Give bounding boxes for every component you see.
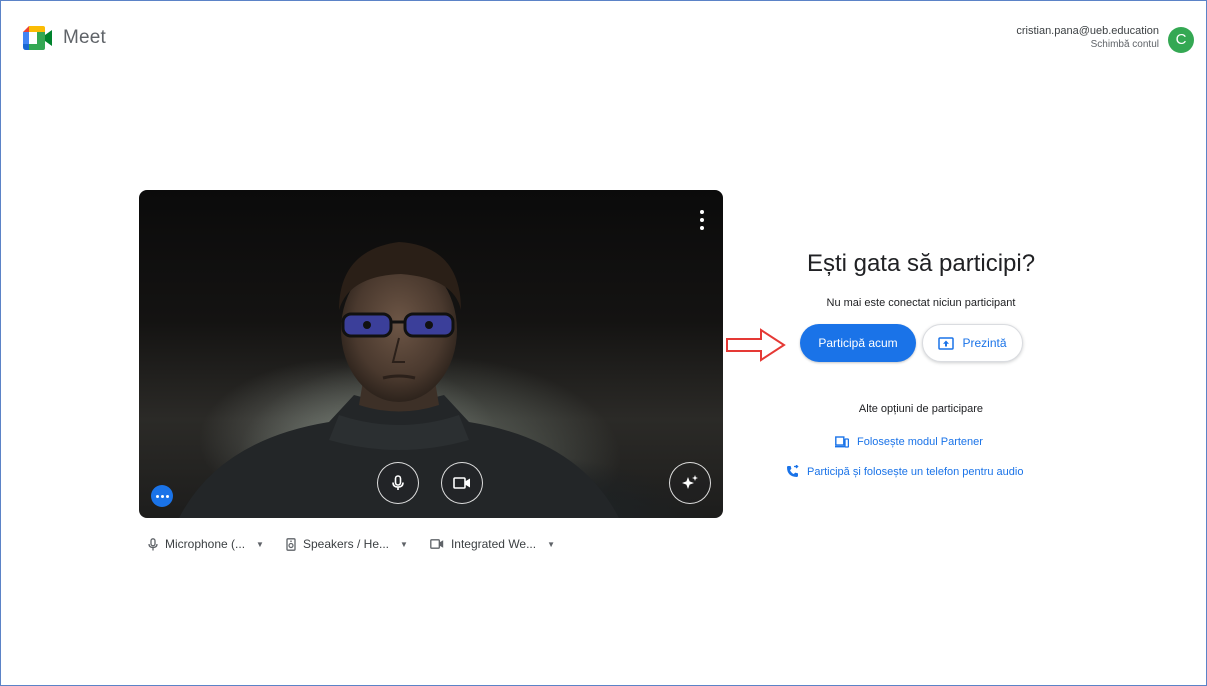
videocam-icon xyxy=(430,539,444,549)
visual-effects-button[interactable] xyxy=(669,462,711,504)
speakers-select-label: Speakers / He... xyxy=(302,537,390,551)
phone-audio-link[interactable]: Participă și folosește un telefon pentru… xyxy=(786,465,1023,478)
chevron-down-icon: ▼ xyxy=(256,539,264,549)
microphone-select-label: Microphone (... xyxy=(165,537,246,551)
camera-select[interactable]: Integrated We... ▼ xyxy=(430,537,555,551)
app-name: Meet xyxy=(63,27,107,48)
speakers-select[interactable]: Speakers / He... ▼ xyxy=(286,537,408,551)
more-vert-icon[interactable] xyxy=(695,210,709,230)
devices-icon xyxy=(835,436,849,448)
present-to-all-icon xyxy=(938,336,955,350)
annotation-arrow-icon xyxy=(726,328,786,362)
sparkle-icon xyxy=(682,475,698,489)
present-button[interactable]: Prezintă xyxy=(922,324,1023,362)
page-title: Ești gata să participi? xyxy=(806,250,1036,277)
chevron-down-icon: ▼ xyxy=(547,539,556,549)
device-selectors: Microphone (... ▼ Speakers / He... ▼ Int… xyxy=(148,537,577,551)
account-info: cristian.pana@ueb.education Schimbă cont… xyxy=(1016,25,1159,51)
meet-logo-icon xyxy=(23,26,52,50)
partner-mode-link[interactable]: Folosește modul Partener xyxy=(835,436,983,448)
meet-logo[interactable]: Meet xyxy=(23,26,106,50)
self-view-image xyxy=(179,242,619,518)
participant-status: Nu mai este conectat niciun participant xyxy=(826,297,1016,309)
other-options-heading: Alte opțiuni de participare xyxy=(858,403,984,415)
camera-select-label: Integrated We... xyxy=(450,537,537,551)
microphone-icon xyxy=(392,475,404,490)
videocam-icon xyxy=(453,477,470,489)
microphone-toggle-button[interactable] xyxy=(377,462,419,504)
partner-mode-link-label: Folosește modul Partener xyxy=(857,436,983,448)
phone-forwarded-icon xyxy=(787,465,799,477)
more-horiz-icon[interactable] xyxy=(151,485,173,507)
account-email: cristian.pana@ueb.education xyxy=(1016,25,1159,37)
chevron-down-icon: ▼ xyxy=(400,539,408,549)
phone-audio-link-label: Participă și folosește un telefon pentru… xyxy=(807,465,1024,478)
switch-account-link[interactable]: Schimbă contul xyxy=(1016,38,1159,51)
camera-preview xyxy=(139,190,723,518)
speaker-icon xyxy=(286,537,296,551)
present-button-label: Prezintă xyxy=(962,336,1007,350)
camera-toggle-button[interactable] xyxy=(441,462,483,504)
avatar[interactable]: C xyxy=(1168,27,1194,53)
microphone-select[interactable]: Microphone (... ▼ xyxy=(148,537,264,551)
join-now-button[interactable]: Participă acum xyxy=(800,324,916,362)
microphone-icon xyxy=(148,537,158,550)
